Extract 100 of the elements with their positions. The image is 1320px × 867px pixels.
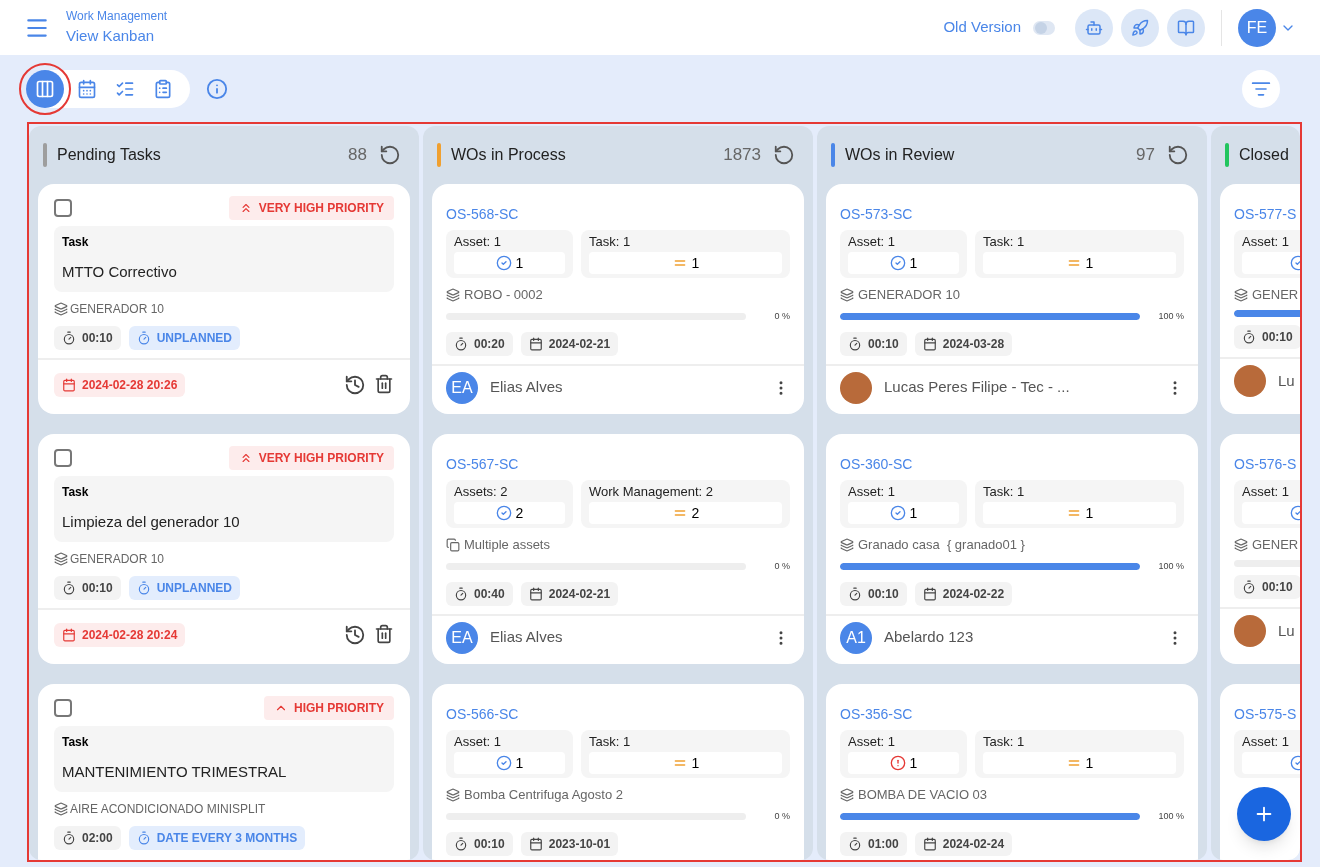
task-count-value: 1 <box>1085 503 1094 523</box>
work-order-card[interactable]: OS-356-SC Asset: 1 1 Task: 1 1 BOMBA DE VACIO 03 100 % 01:00 2024-02-24 <box>826 684 1198 860</box>
checkbox[interactable] <box>54 699 72 717</box>
assignee-name: Lucas Peres Filipe - Tec - ... <box>884 377 1071 398</box>
asset-name: AIRE ACONDICIONADO MINISPLIT <box>70 801 266 818</box>
timer-icon <box>454 336 468 351</box>
work-order-card[interactable]: OS-577-S Asset: 1 GENER 00:10 Lu <box>1220 184 1300 414</box>
column-title: WOs in Process <box>451 145 566 165</box>
work-order-card[interactable]: OS-568-SC Asset: 1 1 Task: 1 1 ROBO - 0002 0 % 00:20 2024-02-21 EA Elias Alves <box>432 184 804 414</box>
duration-chip: 00:20 <box>446 331 513 356</box>
trash-icon[interactable] <box>374 374 394 394</box>
history-icon[interactable] <box>344 624 366 646</box>
date-chip: 2024-02-21 <box>520 581 619 606</box>
timer-icon <box>136 831 151 845</box>
plan-chip: DATE EVERY 3 MONTHS <box>128 826 306 850</box>
avatar: EA <box>446 621 478 654</box>
calendar-icon <box>62 628 76 642</box>
task-title: Limpieza del generador 10 <box>62 512 241 532</box>
work-order-card[interactable]: OS-566-SC Asset: 1 1 Task: 1 1 Bomba Centrifuga Agosto 2 0 % 00:10 2023-10-01 <box>432 684 804 860</box>
calendar-icon <box>528 336 543 351</box>
old-version-toggle[interactable] <box>1033 20 1055 35</box>
timer-icon <box>848 836 862 851</box>
work-order-link[interactable]: OS-356-SC <box>840 706 913 722</box>
priority-badge: HIGH PRIORITY <box>264 696 394 720</box>
assignee-name: Lu <box>1278 370 1296 391</box>
assignee-name: Abelardo 123 <box>884 627 975 648</box>
info-icon[interactable] <box>206 77 228 100</box>
timer-icon <box>62 331 76 345</box>
asset-count-label: Asset: 1 <box>454 734 502 750</box>
robot-icon <box>1085 18 1103 37</box>
duration-chip: 00:10 <box>840 331 907 356</box>
duration-chip: 00:10 <box>54 576 121 600</box>
history-icon[interactable] <box>344 374 366 396</box>
progress-percent: 0 % <box>773 810 790 823</box>
task-label: Task <box>62 734 90 750</box>
duration-chip: 00:40 <box>446 581 513 606</box>
columns-icon <box>35 78 55 99</box>
task-count-label: Task: 1 <box>983 234 1026 250</box>
asset-count-label: Asset: 1 <box>1242 734 1290 750</box>
breadcrumb[interactable]: Work Management <box>66 7 168 26</box>
work-order-link[interactable]: OS-573-SC <box>840 206 913 222</box>
asset-name: GENERADOR 10 <box>70 301 165 318</box>
column-title: Pending Tasks <box>57 145 161 165</box>
work-order-card[interactable]: OS-360-SC Asset: 1 1 Task: 1 1 Granado casa { granado01 } 100 % 00:10 2024-02-22 A1 Abelardo 123 <box>826 434 1198 664</box>
timer-icon <box>1242 330 1256 344</box>
task-title: MTTO Correctivo <box>62 262 178 282</box>
work-order-link[interactable]: OS-566-SC <box>446 706 519 722</box>
task-count-value: 1 <box>1085 253 1094 273</box>
book-button[interactable] <box>1167 8 1205 47</box>
filter-button[interactable] <box>1242 69 1280 108</box>
duration-chip: 02:00 <box>54 826 121 850</box>
asset-count-value: 1 <box>909 753 918 773</box>
rocket-icon <box>1131 18 1149 37</box>
asset-count-value: 1 <box>515 753 524 773</box>
task-count-label: Task: 1 <box>589 734 632 750</box>
task-card[interactable]: HIGH PRIORITY Task MANTENIMIENTO TRIMESTRAL AIRE ACONDICIONADO MINISPLIT 02:00 DATE EVERY 3 MONTHS <box>38 684 410 860</box>
user-avatar[interactable]: FE <box>1238 8 1276 47</box>
task-count-value: 1 <box>691 253 700 273</box>
task-label: Task <box>62 484 90 500</box>
work-order-link[interactable]: OS-576-S <box>1234 456 1297 472</box>
task-count-label: Task: 1 <box>983 734 1026 750</box>
task-card[interactable]: VERY HIGH PRIORITY Task MTTO Correctivo GENERADOR 10 00:10 UNPLANNED 2024-02-28 20:26 <box>38 184 410 414</box>
timer-icon <box>848 586 862 601</box>
checkbox[interactable] <box>54 449 72 467</box>
timer-icon <box>454 836 468 851</box>
work-order-link[interactable]: OS-575-S <box>1234 706 1297 722</box>
bot-button[interactable] <box>1075 8 1113 47</box>
work-order-card[interactable]: OS-576-S Asset: 1 GENER 00:10 Lu <box>1220 434 1300 664</box>
asset-count-value: 1 <box>515 253 524 273</box>
progress-percent: 0 % <box>773 560 790 573</box>
asset-count-label: Asset: 1 <box>848 234 896 250</box>
timer-icon <box>848 336 862 351</box>
asset-name: BOMBA DE VACIO 03 <box>858 786 988 804</box>
task-count-label: Task: 1 <box>983 484 1026 500</box>
work-order-link[interactable]: OS-567-SC <box>446 456 519 472</box>
work-order-link[interactable]: OS-568-SC <box>446 206 519 222</box>
timer-icon <box>136 581 151 595</box>
asset-count-value: 2 <box>515 503 524 523</box>
asset-name: Granado casa { granado01 } <box>858 536 1025 554</box>
work-order-card[interactable]: OS-567-SC Assets: 2 2 Work Management: 2 2 Multiple assets 0 % 00:40 2024-02-21 EA Elias Alves <box>432 434 804 664</box>
refresh-icon[interactable] <box>1167 144 1189 166</box>
assignee-name: Elias Alves <box>490 377 564 398</box>
work-order-card[interactable]: OS-573-SC Asset: 1 1 Task: 1 1 GENERADOR 10 100 % 00:10 2024-03-28 Lucas Peres Filipe - Tec - ... <box>826 184 1198 414</box>
progress-percent: 0 % <box>773 310 790 323</box>
work-order-link[interactable]: OS-360-SC <box>840 456 913 472</box>
timer-icon <box>1242 580 1256 594</box>
work-order-link[interactable]: OS-577-S <box>1234 206 1297 222</box>
refresh-icon[interactable] <box>773 144 795 166</box>
checkbox[interactable] <box>54 199 72 217</box>
asset-count-label: Asset: 1 <box>848 734 896 750</box>
calendar-icon <box>62 378 76 392</box>
duration-chip: 00:10 <box>54 326 121 350</box>
task-card[interactable]: VERY HIGH PRIORITY Task Limpieza del generador 10 GENERADOR 10 00:10 UNPLANNED 2024-02-28 20:24 <box>38 434 410 664</box>
trash-icon[interactable] <box>374 624 394 644</box>
rocket-button[interactable] <box>1121 8 1159 47</box>
calendar-icon <box>922 586 937 601</box>
asset-name: GENERADOR 10 <box>70 551 165 568</box>
refresh-icon[interactable] <box>379 144 401 166</box>
timer-icon <box>454 586 468 601</box>
progress-percent: 100 % <box>1157 810 1184 823</box>
